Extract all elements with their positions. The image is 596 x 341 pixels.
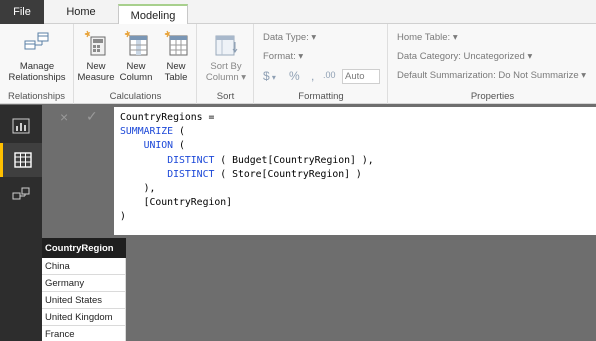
percent-button[interactable]: % xyxy=(289,69,300,83)
new-table-label-2: Table xyxy=(164,72,188,83)
decimal-places-value: Auto xyxy=(345,71,365,82)
tab-home[interactable]: Home xyxy=(46,0,116,24)
home-table-chevron-icon: ▾ xyxy=(452,32,458,43)
table-row[interactable]: France xyxy=(42,326,126,341)
currency-button[interactable]: $ ▾ xyxy=(263,69,276,83)
data-view-icon xyxy=(13,152,32,168)
decimal-places-icon[interactable]: .00 xyxy=(323,70,336,80)
home-table-label: Home Table: xyxy=(397,32,451,43)
home-table-dropdown[interactable]: Home Table: ▾ xyxy=(397,32,458,43)
report-view-button[interactable] xyxy=(0,109,42,143)
format-chevron-icon: ▾ xyxy=(298,51,304,62)
data-table: CountryRegion China Germany United States U… xyxy=(42,238,126,341)
view-switcher xyxy=(0,105,42,341)
new-table-label-1: New xyxy=(166,61,186,72)
relationships-group: Manage Relationships Relationships xyxy=(0,24,74,104)
manage-relationships-button[interactable]: Manage Relationships xyxy=(4,28,70,83)
format-label: Format: xyxy=(263,51,296,62)
dax-keyword: DISTINCT xyxy=(167,154,215,166)
dax-text: CountryRegions = xyxy=(120,112,215,123)
sort-group: Sort By Column ▾ Sort xyxy=(198,24,254,104)
default-summarization-dropdown[interactable]: Default Summarization: Do Not Summarize … xyxy=(397,70,586,81)
dax-text: ( Budget[CountryRegion] ), xyxy=(214,154,374,166)
sort-label-1: Sort By xyxy=(210,61,242,72)
new-column-button[interactable]: New Column xyxy=(117,28,155,83)
relationships-group-label: Relationships xyxy=(7,91,66,102)
manage-label-1: Manage xyxy=(19,61,55,72)
new-column-label-2: Column xyxy=(119,72,153,83)
new-measure-label-1: New xyxy=(86,61,106,72)
currency-chevron-icon: ▾ xyxy=(269,73,276,82)
new-measure-button[interactable]: New Measure xyxy=(77,28,115,83)
relationships-view-icon xyxy=(12,187,30,200)
sort-group-label: Sort xyxy=(216,91,235,102)
table-row[interactable]: United States xyxy=(42,292,126,309)
format-dropdown[interactable]: Format: ▾ xyxy=(263,51,303,62)
formatting-group: Data Type: ▾ Format: ▾ $ ▾ % , .00 Auto … xyxy=(255,24,388,104)
table-row[interactable]: China xyxy=(42,258,126,275)
manage-label-2: Relationships xyxy=(8,72,66,83)
sort-dropdown-icon: ▾ xyxy=(238,72,247,83)
dax-text: ( Store[CountryRegion] ) xyxy=(214,168,362,180)
report-view-icon xyxy=(12,118,30,134)
dax-text: [CountryRegion] xyxy=(143,197,233,209)
table-row[interactable]: Germany xyxy=(42,275,126,292)
new-table-icon xyxy=(164,30,188,56)
data-type-dropdown[interactable]: Data Type: ▾ xyxy=(263,32,316,43)
sort-by-column-icon xyxy=(215,35,238,56)
dax-keyword: DISTINCT xyxy=(167,168,215,180)
data-category-chevron-icon: ▾ xyxy=(527,51,533,62)
formula-line: ) xyxy=(120,210,590,224)
data-view-button[interactable] xyxy=(0,143,42,177)
decimal-places-input[interactable]: Auto xyxy=(342,69,380,84)
ribbon-tab-bar: File Home Modeling xyxy=(0,0,596,25)
dax-text: ( xyxy=(173,126,185,138)
manage-relationships-icon xyxy=(24,32,49,50)
dax-text: ), xyxy=(143,183,156,195)
new-column-icon xyxy=(124,30,148,56)
tab-modeling[interactable]: Modeling xyxy=(118,4,188,25)
formula-line: DISTINCT ( Store[CountryRegion] ) xyxy=(120,168,590,182)
new-column-label-1: New xyxy=(126,61,146,72)
data-type-chevron-icon: ▾ xyxy=(311,32,317,43)
table-body: China Germany United States United Kingdom F… xyxy=(42,258,126,341)
ribbon: Manage Relationships Relationships New M… xyxy=(0,24,596,104)
formatting-group-label: Formatting xyxy=(298,91,344,102)
calculations-group: New Measure New Column New Table Calcula… xyxy=(75,24,197,104)
table-row[interactable]: United Kingdom xyxy=(42,309,126,326)
data-category-label: Data Category: Uncategorized xyxy=(397,51,525,62)
column-header-countryregion[interactable]: CountryRegion xyxy=(42,238,126,258)
formula-line: SUMMARIZE ( xyxy=(120,125,590,139)
formula-editor[interactable]: CountryRegions = SUMMARIZE ( UNION ( DIST… xyxy=(114,107,596,235)
commit-formula-button[interactable]: ✓ xyxy=(86,108,98,125)
dax-text: ( xyxy=(173,140,185,152)
sort-label-2: Column xyxy=(205,72,239,83)
new-measure-label-2: Measure xyxy=(77,72,115,83)
currency-icon: $ xyxy=(263,69,270,83)
new-table-button[interactable]: New Table xyxy=(157,28,195,83)
calculations-group-label: Calculations xyxy=(109,91,162,102)
data-type-label: Data Type: xyxy=(263,32,309,43)
dax-text: ) xyxy=(120,211,126,223)
properties-group-label: Properties xyxy=(470,91,515,102)
formula-bar-controls: × ✓ xyxy=(42,105,112,131)
formula-line: [CountryRegion] xyxy=(120,196,590,210)
data-category-dropdown[interactable]: Data Category: Uncategorized ▾ xyxy=(397,51,532,62)
tab-file[interactable]: File xyxy=(0,0,44,24)
formula-line: DISTINCT ( Budget[CountryRegion] ), xyxy=(120,154,590,168)
formula-line: ), xyxy=(120,182,590,196)
sort-by-column-button[interactable]: Sort By Column ▾ xyxy=(204,28,248,83)
default-summarization-label: Default Summarization: Do Not Summarize xyxy=(397,70,579,81)
formula-line: CountryRegions = xyxy=(120,111,590,125)
cancel-formula-button[interactable]: × xyxy=(60,109,68,125)
new-measure-icon xyxy=(84,30,106,56)
dax-keyword: UNION xyxy=(143,140,174,152)
relationships-view-button[interactable] xyxy=(0,177,42,211)
default-summarization-chevron-icon: ▾ xyxy=(581,70,587,81)
comma-button[interactable]: , xyxy=(311,69,314,83)
formula-line: UNION ( xyxy=(120,139,590,153)
dax-keyword: SUMMARIZE xyxy=(120,126,174,138)
properties-group: Home Table: ▾ Data Category: Uncategoriz… xyxy=(389,24,596,104)
